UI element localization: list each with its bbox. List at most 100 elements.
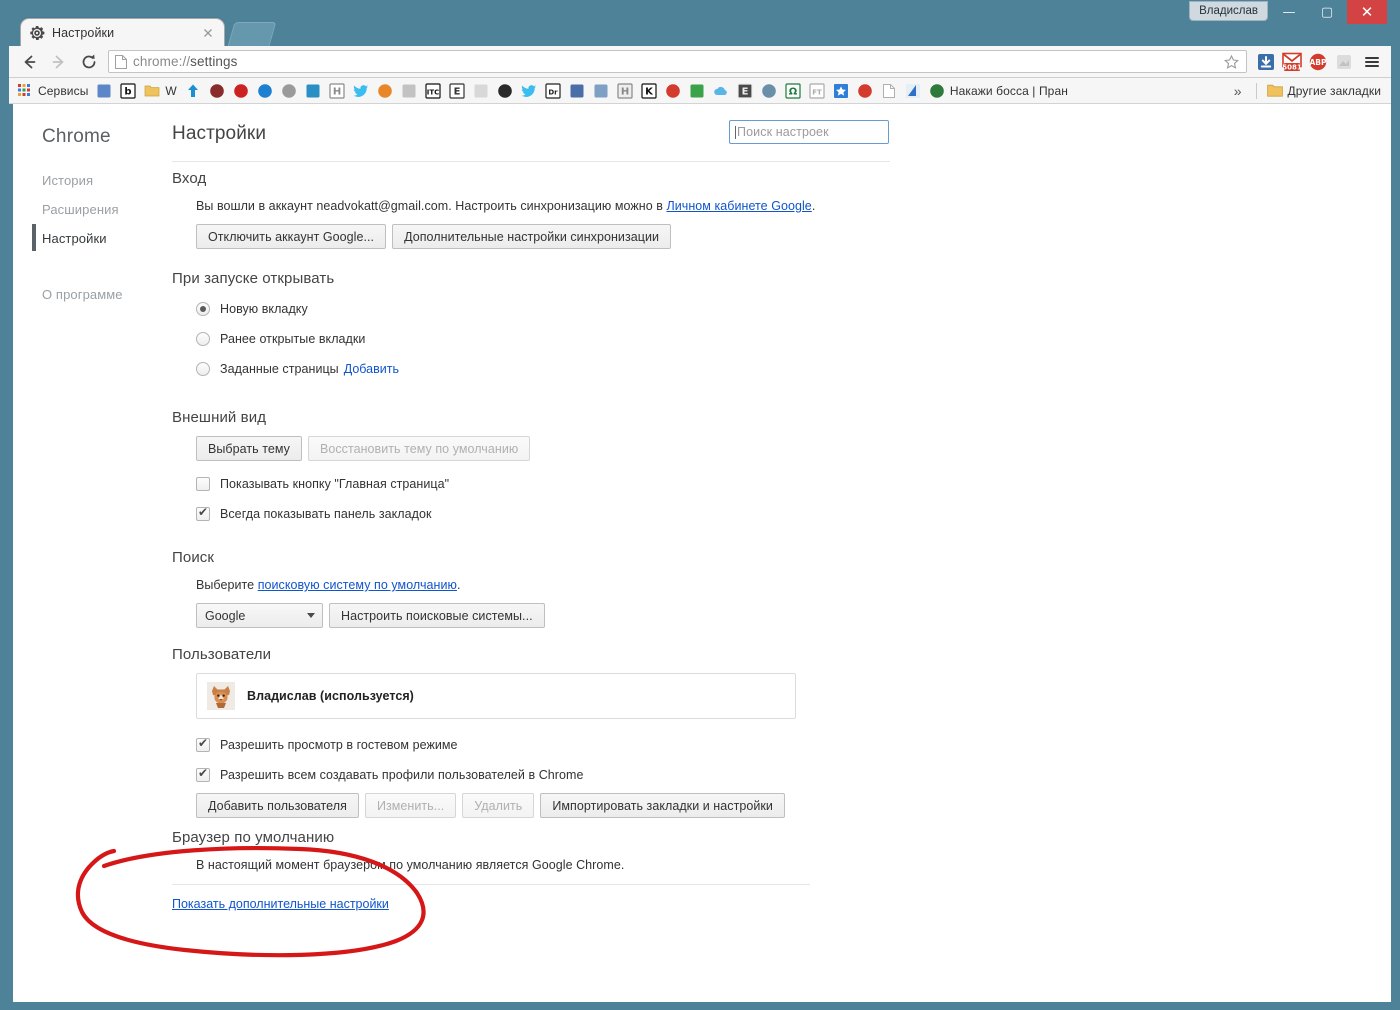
bookmark-item[interactable]: Ω xyxy=(781,81,805,101)
bookmark-item[interactable] xyxy=(92,81,116,101)
google-dashboard-link[interactable]: Личном кабинете Google xyxy=(666,199,811,213)
bookmark-item[interactable] xyxy=(205,81,229,101)
bookmarks-overflow-button[interactable]: » xyxy=(1226,83,1250,99)
browser-tab-settings[interactable]: Настройки xyxy=(20,18,225,46)
minimize-button[interactable]: — xyxy=(1269,0,1309,24)
close-window-button[interactable]: ✕ xyxy=(1347,0,1387,24)
svg-text:ABP: ABP xyxy=(1309,58,1327,67)
bookmark-item[interactable] xyxy=(181,81,205,101)
window-frame-bottom xyxy=(0,1002,1400,1010)
bookmark-item[interactable]: Dr xyxy=(541,81,565,101)
checkbox-icon[interactable] xyxy=(196,736,210,752)
bookmark-item[interactable]: E xyxy=(733,81,757,101)
bookmark-item[interactable] xyxy=(493,81,517,101)
bookmark-item[interactable] xyxy=(589,81,613,101)
back-button[interactable] xyxy=(14,47,44,77)
appearance-show-home-button[interactable]: Показывать кнопку "Главная страница" xyxy=(196,472,530,495)
bookmark-item[interactable]: H xyxy=(613,81,637,101)
bookmark-item[interactable] xyxy=(901,81,925,101)
bookmark-item[interactable]: b xyxy=(116,81,140,101)
bookmark-item[interactable] xyxy=(661,81,685,101)
bookmark-item[interactable] xyxy=(565,81,589,101)
sidebar-item-extensions[interactable]: Расширения xyxy=(9,198,164,220)
users-allow-profile-creation[interactable]: Разрешить всем создавать профили пользов… xyxy=(196,763,796,786)
new-tab-button[interactable] xyxy=(227,22,277,46)
reload-button[interactable] xyxy=(74,47,104,77)
manage-search-engines-button[interactable]: Настроить поисковые системы... xyxy=(329,603,545,629)
add-startup-pages-link[interactable]: Добавить xyxy=(344,362,399,376)
checkbox-icon[interactable] xyxy=(196,766,210,782)
download-extension-icon[interactable] xyxy=(1253,47,1279,77)
up-arrow-bookmark-icon xyxy=(185,83,201,99)
profile-name-badge[interactable]: Владислав xyxy=(1189,1,1268,21)
radio-icon[interactable] xyxy=(196,361,210,376)
default-search-engine-link[interactable]: поисковую систему по умолчанию xyxy=(258,578,457,592)
show-advanced-settings-link[interactable]: Показать дополнительные настройки xyxy=(172,897,389,911)
maximize-button[interactable]: ▢ xyxy=(1307,0,1347,24)
adblock-plus-extension-icon[interactable]: ABP xyxy=(1305,47,1331,77)
sidebar-item-about[interactable]: О программе xyxy=(9,283,164,305)
gmail-extension-icon[interactable]: 5081 xyxy=(1279,47,1305,77)
search-input[interactable]: Поиск настроек xyxy=(729,120,889,144)
bookmark-item[interactable]: H xyxy=(325,81,349,101)
bookmark-item[interactable]: K xyxy=(637,81,661,101)
bookmark-item[interactable]: ITC xyxy=(421,81,445,101)
bookmark-item[interactable] xyxy=(517,81,541,101)
radio-icon[interactable] xyxy=(196,331,210,346)
person-bookmark-icon xyxy=(761,83,777,99)
disconnect-account-button[interactable]: Отключить аккаунт Google... xyxy=(196,224,387,250)
checkbox-icon[interactable] xyxy=(196,505,210,521)
bookmark-apps[interactable]: Сервисы xyxy=(13,81,92,101)
bookmark-item[interactable] xyxy=(709,81,733,101)
radio-icon[interactable] xyxy=(196,301,210,316)
search-engine-select[interactable]: Google xyxy=(196,603,323,629)
chrome-menu-button[interactable] xyxy=(1357,47,1387,77)
sidebar-item-history[interactable]: История xyxy=(9,169,164,191)
url-scheme: chrome:// xyxy=(133,54,191,69)
bookmark-other-bookmarks[interactable]: Другие закладки xyxy=(1263,81,1385,101)
bookmark-item[interactable] xyxy=(469,81,493,101)
maximize-icon: ▢ xyxy=(1320,4,1334,20)
bookmark-item[interactable]: W xyxy=(140,81,180,101)
startup-option-continue[interactable]: Ранее открытые вкладки xyxy=(196,327,399,350)
advanced-sync-settings-button[interactable]: Дополнительные настройки синхронизации xyxy=(392,224,672,250)
bookmark-item[interactable] xyxy=(829,81,853,101)
bookmark-item[interactable] xyxy=(229,81,253,101)
svg-text:Ω: Ω xyxy=(789,86,798,97)
avatar xyxy=(207,682,235,710)
bookmark-item[interactable] xyxy=(397,81,421,101)
bookmark-item[interactable]: E xyxy=(445,81,469,101)
bookmark-item[interactable] xyxy=(349,81,373,101)
sidebar-item-label: История xyxy=(42,172,94,188)
address-bar[interactable]: chrome://settings xyxy=(108,50,1247,73)
appearance-show-bookmarks-bar[interactable]: Всегда показывать панель закладок xyxy=(196,502,530,525)
bookmark-star-icon[interactable] xyxy=(1223,54,1240,76)
bookmark-item[interactable] xyxy=(277,81,301,101)
bookmark-item[interactable] xyxy=(301,81,325,101)
reload-icon xyxy=(82,54,96,68)
bookmark-item[interactable] xyxy=(757,81,781,101)
bookmark-item[interactable] xyxy=(877,81,901,101)
bookmark-item[interactable]: FT xyxy=(805,81,829,101)
bookmark-item[interactable]: Накажи босса | Пран xyxy=(925,81,1072,101)
users-allow-guest-browsing[interactable]: Разрешить просмотр в гостевом режиме xyxy=(196,733,796,756)
bookmark-item[interactable] xyxy=(685,81,709,101)
green-frog-bookmark-icon xyxy=(929,83,945,99)
add-user-button[interactable]: Добавить пользователя xyxy=(196,793,359,818)
user-profile-row[interactable]: Владислав (используется) xyxy=(196,673,796,719)
close-icon[interactable] xyxy=(200,25,216,41)
choose-theme-button[interactable]: Выбрать тему xyxy=(196,436,302,461)
bookmark-item[interactable] xyxy=(373,81,397,101)
sidebar-item-settings[interactable]: Настройки xyxy=(9,224,164,251)
bookmark-item[interactable] xyxy=(853,81,877,101)
checkbox-icon[interactable] xyxy=(196,476,210,491)
script-h-bookmark-icon: H xyxy=(617,82,633,99)
startup-option-specific-pages[interactable]: Заданные страницы Добавить xyxy=(196,357,399,380)
startup-option-new-tab[interactable]: Новую вкладку xyxy=(196,297,399,320)
address-bar-url: chrome://settings xyxy=(133,54,238,69)
section-startup: При запуске открывать Новую вкладку Ране… xyxy=(172,270,399,387)
svg-text:FT: FT xyxy=(812,88,822,96)
svg-text:H: H xyxy=(621,86,629,97)
import-bookmarks-settings-button[interactable]: Импортировать закладки и настройки xyxy=(540,793,785,818)
bookmark-item[interactable] xyxy=(253,81,277,101)
